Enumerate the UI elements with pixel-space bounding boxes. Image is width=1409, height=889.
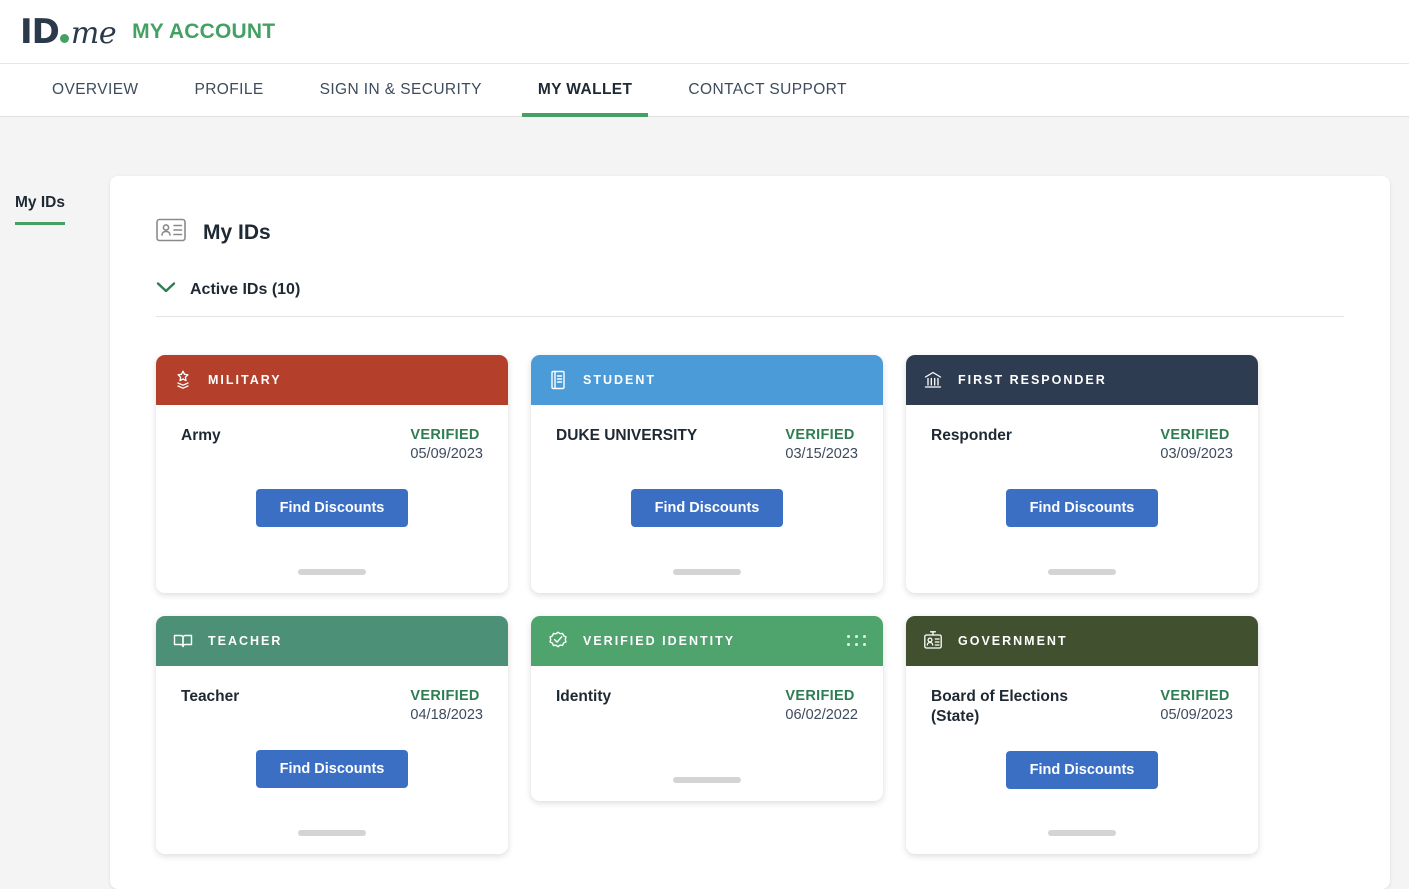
- tab-my-wallet[interactable]: MY WALLET: [522, 64, 649, 116]
- tab-overview[interactable]: OVERVIEW: [36, 64, 154, 116]
- card-info-row: Identity VERIFIED 06/02/2022: [556, 687, 858, 725]
- logo-dot-icon: [60, 34, 69, 43]
- book-icon: [547, 369, 569, 391]
- military-rank-icon: [172, 369, 194, 391]
- id-card-student[interactable]: STUDENT DUKE UNIVERSITY VERIFIED 03/15/2…: [531, 355, 883, 593]
- status-date: 04/18/2023: [410, 706, 483, 725]
- card-info-row: Teacher VERIFIED 04/18/2023: [181, 687, 483, 725]
- status-badge: VERIFIED: [410, 687, 483, 706]
- status-badge: VERIFIED: [1160, 687, 1233, 706]
- card-type-label: GOVERNMENT: [958, 634, 1068, 648]
- card-body-military: Army VERIFIED 05/09/2023 Find Discounts: [156, 405, 508, 593]
- my-ids-panel: My IDs Active IDs (10): [110, 176, 1390, 889]
- card-drag-handle[interactable]: [1048, 830, 1116, 836]
- card-body-student: DUKE UNIVERSITY VERIFIED 03/15/2023 Find…: [531, 405, 883, 593]
- page-title: My IDs: [203, 221, 271, 245]
- card-type-label: FIRST RESPONDER: [958, 373, 1107, 387]
- card-organization: Responder: [931, 426, 1012, 464]
- main-navigation: OVERVIEW PROFILE SIGN IN & SECURITY MY W…: [0, 64, 1409, 117]
- sidebar: My IDs: [0, 176, 110, 889]
- id-card-verified-identity[interactable]: VERIFIED IDENTITY Identity VERIFIED 06/0…: [531, 616, 883, 801]
- card-organization: DUKE UNIVERSITY: [556, 426, 697, 464]
- card-header-military: MILITARY: [156, 355, 508, 405]
- id-cards-grid: MILITARY Army VERIFIED 05/09/2023 Find D…: [156, 355, 1344, 854]
- card-status-block: VERIFIED 03/15/2023: [785, 426, 858, 464]
- card-status-block: VERIFIED 04/18/2023: [410, 687, 483, 725]
- card-info-row: Army VERIFIED 05/09/2023: [181, 426, 483, 464]
- status-badge: VERIFIED: [410, 426, 483, 445]
- card-status-block: VERIFIED 05/09/2023: [1160, 687, 1233, 726]
- status-date: 05/09/2023: [410, 445, 483, 464]
- card-type-label: MILITARY: [208, 373, 282, 387]
- id-card-military[interactable]: MILITARY Army VERIFIED 05/09/2023 Find D…: [156, 355, 508, 593]
- tab-sign-in-security[interactable]: SIGN IN & SECURITY: [304, 64, 498, 116]
- tab-contact-support[interactable]: CONTACT SUPPORT: [672, 64, 862, 116]
- card-drag-handle[interactable]: [298, 569, 366, 575]
- card-organization: Identity: [556, 687, 611, 725]
- top-header-bar: ID me MY ACCOUNT: [0, 0, 1409, 64]
- find-discounts-button[interactable]: Find Discounts: [256, 489, 409, 527]
- find-discounts-button[interactable]: Find Discounts: [1006, 751, 1159, 789]
- card-header-government: GOVERNMENT: [906, 616, 1258, 666]
- card-organization: Teacher: [181, 687, 239, 725]
- card-info-row: Responder VERIFIED 03/09/2023: [931, 426, 1233, 464]
- chevron-down-icon: [156, 281, 176, 299]
- card-body-teacher: Teacher VERIFIED 04/18/2023 Find Discoun…: [156, 666, 508, 854]
- card-status-block: VERIFIED 05/09/2023: [410, 426, 483, 464]
- status-date: 06/02/2022: [785, 706, 858, 725]
- card-organization: Board of Elections (State): [931, 687, 1109, 726]
- logo-me-text: me: [71, 16, 116, 51]
- card-type-label: TEACHER: [208, 634, 282, 648]
- active-ids-section-toggle[interactable]: Active IDs (10): [156, 281, 1344, 317]
- card-status-block: VERIFIED 03/09/2023: [1160, 426, 1233, 464]
- id-card-icon: [156, 218, 186, 247]
- panel-header: My IDs: [156, 218, 1344, 247]
- find-discounts-button[interactable]: Find Discounts: [256, 750, 409, 788]
- find-discounts-button[interactable]: Find Discounts: [631, 489, 784, 527]
- card-header-teacher: TEACHER: [156, 616, 508, 666]
- government-id-icon: [922, 630, 944, 652]
- id-card-teacher[interactable]: TEACHER Teacher VERIFIED 04/18/2023 Find…: [156, 616, 508, 854]
- page-body: My IDs My IDs Active ID: [0, 117, 1409, 889]
- status-badge: VERIFIED: [1160, 426, 1233, 445]
- institution-icon: [922, 369, 944, 391]
- card-drag-handle[interactable]: [673, 569, 741, 575]
- card-type-label: STUDENT: [583, 373, 656, 387]
- logo-id-text: ID: [20, 12, 59, 52]
- card-header-student: STUDENT: [531, 355, 883, 405]
- status-badge: VERIFIED: [785, 426, 858, 445]
- status-badge: VERIFIED: [785, 687, 858, 706]
- sidebar-item-my-ids[interactable]: My IDs: [15, 194, 65, 225]
- status-date: 03/15/2023: [785, 445, 858, 464]
- card-info-row: Board of Elections (State) VERIFIED 05/0…: [931, 687, 1233, 726]
- card-body-verified-identity: Identity VERIFIED 06/02/2022: [531, 666, 883, 801]
- card-info-row: DUKE UNIVERSITY VERIFIED 03/15/2023: [556, 426, 858, 464]
- status-date: 03/09/2023: [1160, 445, 1233, 464]
- find-discounts-button[interactable]: Find Discounts: [1006, 489, 1159, 527]
- idme-logo[interactable]: ID me: [20, 12, 116, 52]
- card-drag-handle[interactable]: [298, 830, 366, 836]
- card-options-menu-icon[interactable]: [847, 635, 867, 647]
- verified-badge-icon: [547, 630, 569, 652]
- id-card-first-responder[interactable]: FIRST RESPONDER Responder VERIFIED 03/09…: [906, 355, 1258, 593]
- app-title: MY ACCOUNT: [132, 20, 275, 44]
- card-drag-handle[interactable]: [1048, 569, 1116, 575]
- card-body-government: Board of Elections (State) VERIFIED 05/0…: [906, 666, 1258, 854]
- card-type-label: VERIFIED IDENTITY: [583, 634, 735, 648]
- card-status-block: VERIFIED 06/02/2022: [785, 687, 858, 725]
- active-ids-label: Active IDs (10): [190, 281, 300, 299]
- card-body-first-responder: Responder VERIFIED 03/09/2023 Find Disco…: [906, 405, 1258, 593]
- card-drag-handle[interactable]: [673, 777, 741, 783]
- card-header-first-responder: FIRST RESPONDER: [906, 355, 1258, 405]
- tab-profile[interactable]: PROFILE: [178, 64, 279, 116]
- card-header-verified-identity: VERIFIED IDENTITY: [531, 616, 883, 666]
- card-organization: Army: [181, 426, 221, 464]
- id-card-government[interactable]: GOVERNMENT Board of Elections (State) VE…: [906, 616, 1258, 854]
- open-book-icon: [172, 630, 194, 652]
- status-date: 05/09/2023: [1160, 706, 1233, 725]
